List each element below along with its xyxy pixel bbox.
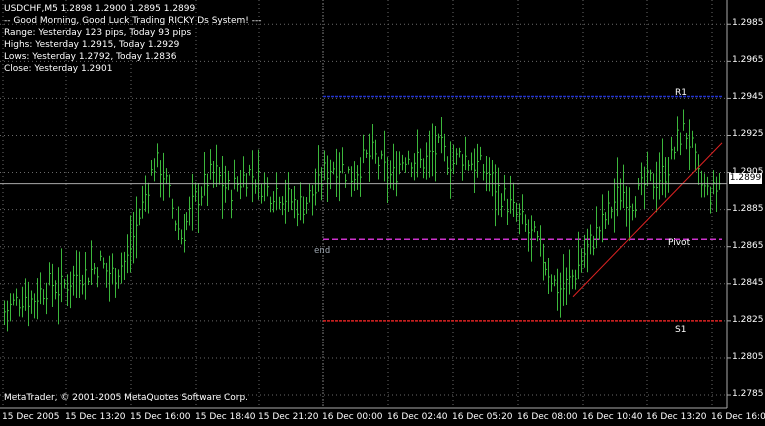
time-tick-label: 16 Dec 05:20	[452, 412, 513, 422]
s1-label: S1	[675, 325, 687, 335]
close-info: Close: Yesterday 1.2901	[4, 64, 113, 74]
price-tick-label: 1.2825	[732, 314, 764, 325]
price-tick-label: 1.2805	[732, 351, 764, 362]
time-tick-label: 16 Dec 02:40	[387, 412, 448, 422]
r1-label: R1	[675, 88, 687, 98]
range-info: Range: Yesterday 123 pips, Today 93 pips	[4, 28, 192, 38]
price-tick-label: 1.2985	[732, 18, 764, 29]
price-tick-label: 1.2965	[732, 55, 764, 66]
pivot-label: Pivot	[668, 238, 691, 248]
chart-window[interactable]: USDCHF,M5 1.2898 1.2900 1.2895 1.2899 --…	[0, 0, 765, 426]
greeting-text: -- Good Morning, Good Luck Trading RICKY…	[4, 16, 262, 26]
time-tick-label: 15 Dec 21:20	[258, 412, 319, 422]
highs-info: Highs: Yesterday 1.2915, Today 1.2929	[4, 40, 180, 50]
current-price-tag: 1.2899	[729, 173, 762, 184]
end-marker-label: end	[314, 246, 331, 256]
lows-info: Lows: Yesterday 1.2792, Today 1.2836	[4, 52, 177, 62]
time-tick-label: 16 Dec 00:00	[322, 412, 383, 422]
price-tick-label: 1.2865	[732, 240, 764, 251]
time-tick-label: 15 Dec 16:00	[130, 412, 191, 422]
price-chart[interactable]	[0, 0, 765, 426]
time-tick-label: 15 Dec 18:40	[195, 412, 256, 422]
price-tick-label: 1.2785	[732, 389, 764, 400]
time-tick-label: 16 Dec 13:20	[646, 412, 707, 422]
price-tick-label: 1.2885	[732, 203, 764, 214]
time-tick-label: 16 Dec 16:00	[711, 412, 765, 422]
time-tick-label: 16 Dec 08:00	[517, 412, 578, 422]
price-tick-label: 1.2945	[732, 92, 764, 103]
price-bars	[4, 109, 721, 332]
price-tick-label: 1.2845	[732, 277, 764, 288]
copyright-text: MetaTrader, © 2001-2005 MetaQuotes Softw…	[4, 393, 249, 403]
time-tick-label: 16 Dec 10:40	[582, 412, 643, 422]
symbol-info: USDCHF,M5 1.2898 1.2900 1.2895 1.2899	[4, 4, 196, 14]
price-tick-label: 1.2925	[732, 129, 764, 140]
time-tick-label: 15 Dec 13:20	[65, 412, 126, 422]
time-tick-label: 15 Dec 2005	[2, 412, 60, 422]
